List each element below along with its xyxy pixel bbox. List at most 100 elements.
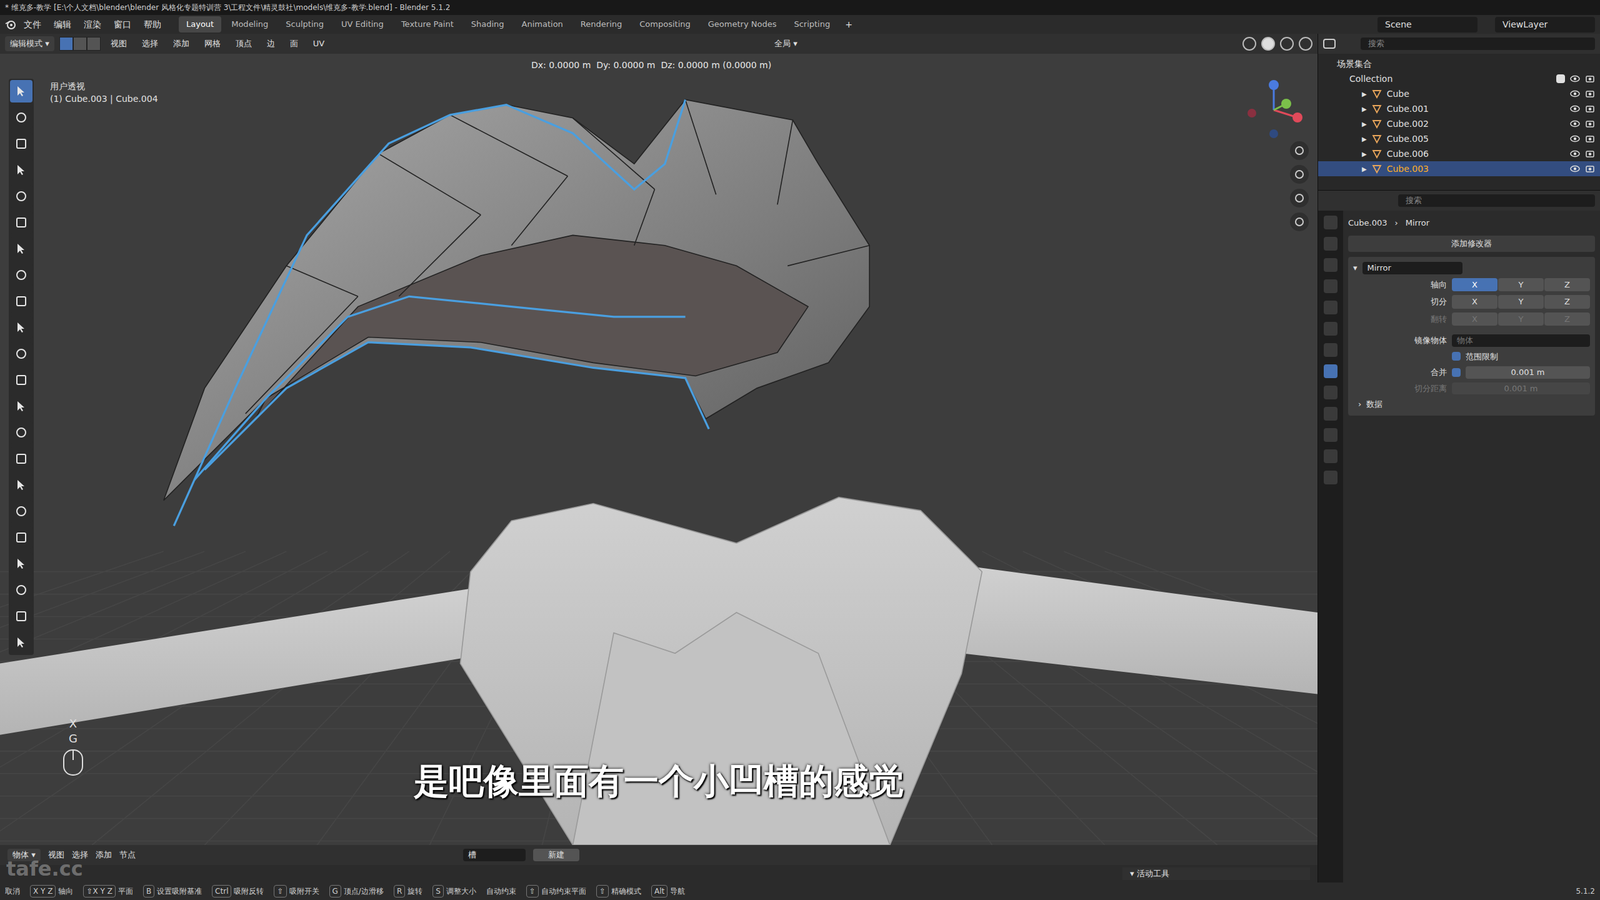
scene-selector[interactable]: Scene	[1377, 16, 1478, 33]
viewlayer-selector[interactable]: ViewLayer	[1495, 16, 1595, 33]
properties-tab[interactable]	[1323, 449, 1338, 464]
tool-button[interactable]	[10, 185, 33, 208]
tool-button[interactable]	[10, 290, 33, 313]
workspace-tab[interactable]: Compositing	[631, 16, 699, 33]
tool-button[interactable]	[10, 106, 33, 129]
nav-button[interactable]	[1290, 165, 1309, 184]
properties-tab[interactable]	[1323, 470, 1338, 485]
tool-button[interactable]	[10, 342, 33, 365]
camera-icon[interactable]	[1585, 73, 1595, 84]
tool-button[interactable]	[10, 500, 33, 523]
slot-selector[interactable]: 槽	[463, 848, 526, 862]
workspace-tab[interactable]: Animation	[514, 16, 571, 33]
tool-button[interactable]	[10, 421, 33, 444]
blender-logo-icon[interactable]	[5, 18, 17, 30]
menu-item[interactable]: 编辑	[48, 18, 77, 32]
tool-button[interactable]	[10, 578, 33, 602]
tool-button[interactable]	[10, 237, 33, 260]
mirror-object-field[interactable]: 物体	[1451, 334, 1590, 347]
header-menu[interactable]: 网格	[199, 37, 226, 50]
nav-button[interactable]	[1290, 141, 1309, 160]
header-menu[interactable]: 选择	[136, 37, 164, 50]
workspace-tab[interactable]: Rendering	[573, 16, 630, 33]
active-tool-panel[interactable]: ▾ 活动工具	[1122, 867, 1310, 880]
editor-type-icon[interactable]	[1323, 38, 1336, 49]
camera-icon[interactable]	[1585, 88, 1595, 99]
eye-icon[interactable]	[1570, 88, 1580, 99]
workspace-tab[interactable]: Shading	[463, 16, 512, 33]
data-subpanel[interactable]: ›数据	[1353, 398, 1590, 411]
mode-selector[interactable]: 编辑模式 ▾	[5, 36, 55, 52]
shading-button[interactable]	[1261, 36, 1275, 51]
select-mode-button[interactable]	[73, 36, 87, 51]
add-workspace-button[interactable]: +	[840, 18, 858, 32]
navigation-gizmo-icon[interactable]	[1242, 78, 1305, 142]
header-menu[interactable]: UV	[308, 37, 330, 50]
properties-tab[interactable]	[1323, 364, 1338, 379]
properties-tab[interactable]	[1323, 236, 1338, 251]
workspace-tab[interactable]: Modeling	[223, 16, 276, 33]
header-menu[interactable]: 顶点	[230, 37, 257, 50]
menu-item[interactable]: 文件	[18, 18, 47, 32]
merge-checkbox[interactable]	[1451, 368, 1461, 377]
select-mode-button[interactable]	[86, 36, 101, 51]
menu-item[interactable]: 窗口	[108, 18, 137, 32]
axis-toggle[interactable]: X	[1451, 278, 1498, 292]
properties-tab[interactable]	[1323, 279, 1338, 294]
select-mode-button[interactable]	[59, 36, 74, 51]
tool-button[interactable]	[10, 80, 33, 103]
outliner-row[interactable]: 场景集合	[1318, 56, 1600, 72]
properties-tab[interactable]	[1323, 258, 1338, 272]
workspace-tab[interactable]: Texture Paint	[393, 16, 462, 33]
orientation-selector[interactable]: 全局 ▾	[769, 36, 803, 52]
add-modifier-button[interactable]: 添加修改器	[1348, 235, 1595, 252]
tool-button[interactable]	[10, 447, 33, 470]
axis-toggle[interactable]: Z	[1544, 295, 1590, 309]
merge-field[interactable]: 0.001 m	[1465, 366, 1590, 379]
properties-tab[interactable]	[1323, 215, 1338, 230]
nav-button[interactable]	[1290, 212, 1309, 232]
tool-button[interactable]	[10, 263, 33, 287]
camera-icon[interactable]	[1585, 148, 1595, 159]
tool-button[interactable]	[10, 631, 33, 654]
eye-icon[interactable]	[1570, 73, 1580, 84]
tool-button[interactable]	[10, 211, 33, 234]
properties-tab[interactable]	[1323, 343, 1338, 357]
tool-button[interactable]	[10, 605, 33, 628]
camera-icon[interactable]	[1585, 163, 1595, 174]
modifier-name[interactable]: Mirror	[1362, 261, 1463, 275]
outliner-row[interactable]: ▶Cube	[1318, 86, 1600, 102]
properties-tab[interactable]	[1323, 428, 1338, 442]
header-menu[interactable]: 边	[261, 37, 280, 50]
eye-icon[interactable]	[1570, 148, 1580, 159]
workspace-tab[interactable]: Sculpting	[278, 16, 332, 33]
mesh-figure[interactable]	[0, 53, 1318, 845]
camera-icon[interactable]	[1585, 118, 1595, 129]
axis-toggle[interactable]: Y	[1498, 312, 1544, 327]
camera-icon[interactable]	[1585, 103, 1595, 114]
header-menu[interactable]: 添加	[168, 37, 195, 50]
camera-icon[interactable]	[1585, 133, 1595, 144]
properties-tab[interactable]	[1323, 406, 1338, 421]
shading-button[interactable]	[1242, 36, 1257, 51]
properties-tab[interactable]	[1323, 300, 1338, 315]
eye-icon[interactable]	[1570, 133, 1580, 144]
axis-toggle[interactable]: Y	[1498, 278, 1544, 292]
outliner-search[interactable]: 搜索	[1360, 37, 1595, 50]
axis-toggle[interactable]: Z	[1544, 278, 1590, 292]
timeline-menu[interactable]: 节点	[119, 848, 136, 862]
properties-tab[interactable]	[1323, 321, 1338, 336]
workspace-tab[interactable]: Geometry Nodes	[700, 16, 785, 33]
3d-viewport[interactable]: Dx: 0.0000 m Dy: 0.0000 m Dz: 0.0000 m (…	[0, 53, 1318, 845]
eye-icon[interactable]	[1570, 163, 1580, 174]
properties-tab[interactable]	[1323, 385, 1338, 400]
tool-button[interactable]	[10, 132, 33, 155]
workspace-tab[interactable]: Layout	[178, 16, 222, 33]
tool-button[interactable]	[10, 158, 33, 182]
tool-button[interactable]	[10, 552, 33, 575]
menu-item[interactable]: 帮助	[138, 18, 167, 32]
outliner-row[interactable]: ▶Cube.003	[1318, 161, 1600, 177]
shading-button[interactable]	[1298, 36, 1313, 51]
timeline-menu[interactable]: 添加	[95, 848, 112, 862]
axis-toggle[interactable]: X	[1451, 312, 1498, 327]
